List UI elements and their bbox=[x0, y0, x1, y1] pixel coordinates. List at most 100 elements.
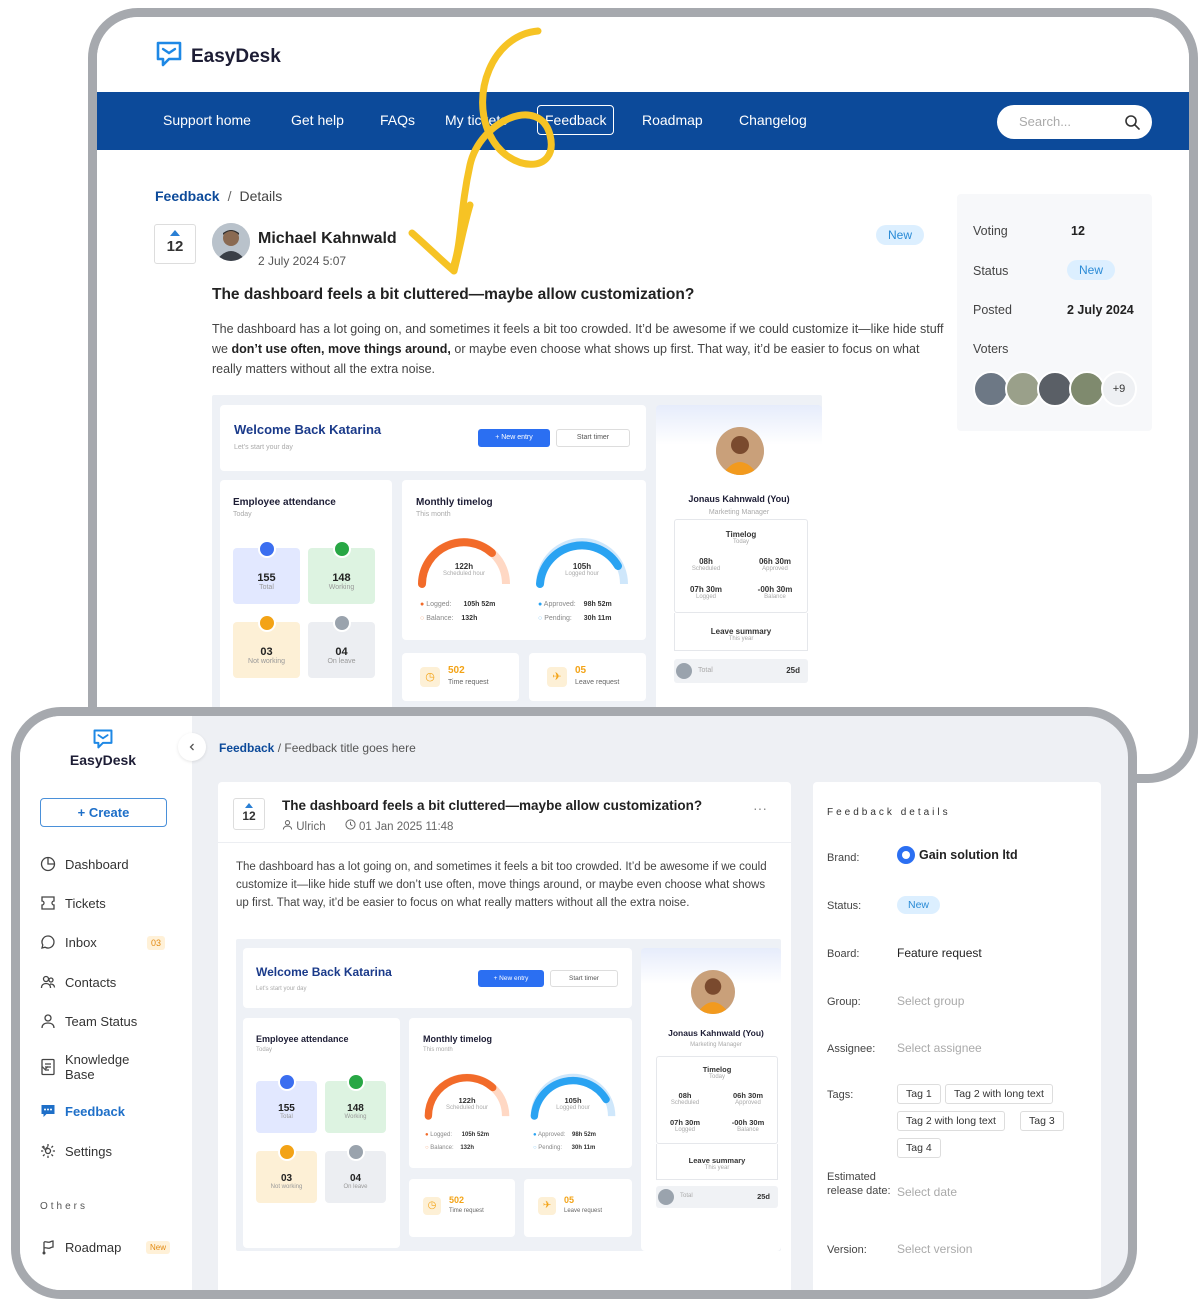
more-voters: +9 bbox=[1101, 371, 1137, 407]
admin-breadcrumb: Feedback / Feedback title goes here bbox=[219, 741, 416, 755]
nav-roadmap[interactable]: Roadmap bbox=[642, 112, 703, 128]
admin-attached-dashboard-image: Welcome Back Katarina Let's start your d… bbox=[236, 939, 781, 1251]
timelog-card: Monthly timelog This month 122h Scheduled… bbox=[402, 480, 646, 640]
admin-breadcrumb-link[interactable]: Feedback bbox=[219, 741, 274, 755]
upvote-arrow-icon bbox=[170, 230, 180, 236]
portal-topbar: EasyDesk bbox=[97, 17, 1189, 92]
scheduled-gauge bbox=[418, 538, 510, 588]
profile-card: Jonaus Kahnwald (You) Marketing Manager … bbox=[656, 405, 822, 735]
admin-sidebar: EasyDesk + Create Dashboard Tickets Inbo… bbox=[20, 716, 192, 1290]
tile-working: 148 Working bbox=[308, 540, 375, 604]
tile-not-working: 03 Not working bbox=[233, 614, 300, 678]
feedback-icon bbox=[41, 1105, 55, 1117]
contacts-icon bbox=[40, 975, 56, 989]
time-request-card: ◷ 502 Time request bbox=[402, 653, 519, 701]
collapse-sidebar-button[interactable] bbox=[178, 733, 206, 761]
divider bbox=[218, 842, 791, 843]
search-icon bbox=[1125, 115, 1140, 130]
logged-gauge bbox=[536, 538, 628, 588]
portal-window: EasyDesk Support home Get help FAQs My t… bbox=[88, 8, 1198, 783]
version-select[interactable]: Select version bbox=[897, 1242, 972, 1256]
welcome-card: Welcome Back Katarina Let's start your d… bbox=[220, 405, 646, 471]
assignee-select[interactable]: Select assignee bbox=[897, 1041, 982, 1055]
chevron-down-icon bbox=[41, 1066, 49, 1071]
user-icon bbox=[41, 1014, 55, 1029]
tag-chip[interactable]: Tag 3 bbox=[1020, 1111, 1064, 1131]
menu-feedback[interactable]: Feedback bbox=[40, 1101, 180, 1123]
upvote-arrow-icon bbox=[245, 803, 253, 808]
tag-chip[interactable]: Tag 2 with long text bbox=[945, 1084, 1053, 1104]
menu-settings[interactable]: Settings bbox=[40, 1141, 180, 1163]
plane-icon: ✈ bbox=[547, 667, 567, 687]
portal-brand: EasyDesk bbox=[191, 46, 281, 67]
admin-feedback-author: Ulrich bbox=[296, 821, 326, 833]
search-input[interactable]: Search... bbox=[997, 105, 1152, 139]
breadcrumb: Feedback / Details bbox=[155, 188, 283, 204]
posted-date: 2 July 2024 bbox=[1067, 303, 1134, 317]
status-select[interactable]: New bbox=[897, 895, 941, 914]
easydesk-logo-icon bbox=[156, 41, 182, 67]
board-value[interactable]: Feature request bbox=[897, 946, 982, 960]
breadcrumb-current: Details bbox=[239, 188, 283, 204]
author-avatar bbox=[212, 223, 250, 261]
tag-chip[interactable]: Tag 4 bbox=[897, 1138, 941, 1158]
vote-count: 12 bbox=[166, 238, 184, 255]
admin-window: EasyDesk + Create Dashboard Tickets Inbo… bbox=[11, 707, 1137, 1299]
status-badge: New bbox=[876, 225, 925, 245]
feedback-details-panel: Feedback details Brand: Gain solution lt… bbox=[813, 782, 1101, 1290]
admin-upvote-button[interactable]: 12 bbox=[233, 798, 265, 830]
user-icon bbox=[282, 820, 293, 830]
create-button[interactable]: + Create bbox=[40, 798, 167, 827]
start-timer-button: Start timer bbox=[556, 429, 630, 447]
feedback-main-card: 12 The dashboard feels a bit cluttered—m… bbox=[218, 782, 791, 1290]
nav-support-home[interactable]: Support home bbox=[163, 112, 251, 128]
details-heading: Feedback details bbox=[827, 807, 951, 818]
annotation-arrow-icon bbox=[408, 27, 555, 275]
more-options-button[interactable]: ··· bbox=[753, 800, 767, 816]
pie-chart-icon bbox=[40, 856, 56, 872]
breadcrumb-feedback-link[interactable]: Feedback bbox=[155, 188, 220, 204]
nav-get-help[interactable]: Get help bbox=[291, 112, 344, 128]
admin-feedback-title: The dashboard feels a bit cluttered—mayb… bbox=[282, 798, 703, 813]
admin-brand: EasyDesk bbox=[69, 752, 137, 768]
menu-contacts[interactable]: Contacts bbox=[40, 972, 180, 994]
clock-icon bbox=[345, 819, 356, 830]
voting-count: 12 bbox=[1071, 224, 1085, 238]
post-author: Michael Kahnwald bbox=[258, 230, 397, 247]
menu-tickets[interactable]: Tickets bbox=[40, 893, 180, 915]
release-date-picker[interactable]: Select date bbox=[897, 1185, 957, 1199]
inbox-count-badge: 03 bbox=[147, 936, 166, 950]
ticket-icon bbox=[41, 896, 55, 910]
tile-on-leave: 04 On leave bbox=[308, 614, 375, 678]
clock-icon: ◷ bbox=[420, 667, 440, 687]
upvote-button[interactable]: 12 bbox=[154, 224, 196, 264]
easydesk-logo-icon bbox=[93, 729, 113, 749]
admin-feedback-date: 01 Jan 2025 11:48 bbox=[359, 821, 454, 833]
tile-total: 155 Total bbox=[233, 540, 300, 604]
group-select[interactable]: Select group bbox=[897, 994, 964, 1008]
menu-roadmap[interactable]: Roadmap New bbox=[40, 1237, 180, 1259]
new-entry-button: + New entry bbox=[478, 429, 550, 447]
brand-logo-icon bbox=[897, 846, 915, 864]
brand-value[interactable]: Gain solution ltd bbox=[919, 848, 1018, 862]
post-date: 2 July 2024 5:07 bbox=[258, 254, 347, 268]
tag-chip[interactable]: Tag 1 bbox=[897, 1084, 941, 1104]
post-title: The dashboard feels a bit cluttered—mayb… bbox=[212, 286, 695, 303]
nav-changelog[interactable]: Changelog bbox=[739, 112, 807, 128]
roadmap-new-badge: New bbox=[146, 1241, 171, 1254]
roadmap-icon bbox=[42, 1240, 54, 1255]
voters-list[interactable]: +9 bbox=[973, 371, 1143, 407]
menu-knowledge-base[interactable]: Knowledge Base bbox=[40, 1050, 180, 1084]
leave-request-card: ✈ 05 Leave request bbox=[529, 653, 646, 701]
menu-dashboard[interactable]: Dashboard bbox=[40, 854, 180, 876]
post-body: The dashboard has a lot going on, and so… bbox=[212, 322, 944, 376]
chevron-left-icon bbox=[189, 743, 194, 751]
admin-vote-count: 12 bbox=[242, 809, 256, 823]
admin-feedback-meta: Ulrich 01 Jan 2025 11:48 bbox=[282, 819, 453, 833]
admin-feedback-body: The dashboard has a lot going on, and so… bbox=[236, 861, 767, 909]
portal-nav: Support home Get help FAQs My tickets Fe… bbox=[97, 92, 1189, 150]
menu-inbox[interactable]: Inbox 03 bbox=[40, 932, 180, 954]
others-section-label: Others bbox=[40, 1201, 89, 1212]
tag-chip[interactable]: Tag 2 with long text bbox=[897, 1111, 1005, 1131]
menu-team-status[interactable]: Team Status bbox=[40, 1011, 180, 1033]
